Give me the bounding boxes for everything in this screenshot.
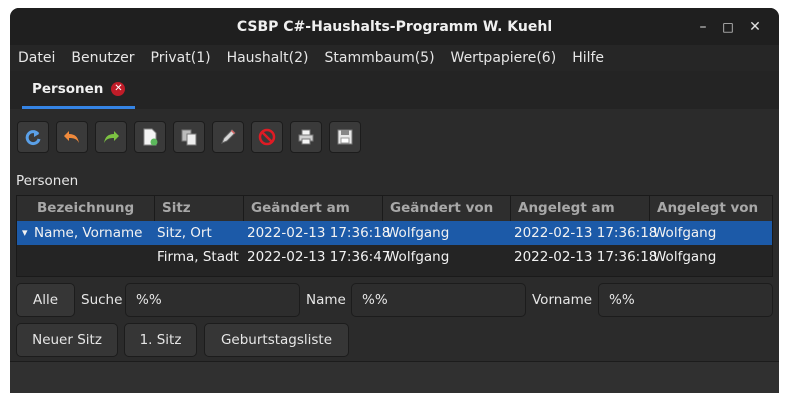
undo-button[interactable] [56,121,88,153]
menu-bar: Datei Benutzer Privat(1) Haushalt(2) Sta… [10,45,779,71]
redo-button[interactable] [95,121,127,153]
status-bar [10,361,779,393]
filter-bar: Alle Suche %% Name %% Vorname %% [16,283,773,317]
edit-icon [221,129,236,144]
cell-geaendert-von: Wolfgang [386,225,450,241]
undo-icon [64,131,79,143]
save-icon [337,129,353,145]
cell-geaendert-am: 2022-02-13 17:36:18 [247,225,391,241]
all-button[interactable]: Alle [16,283,75,317]
cell-angelegt-von: Wolfgang [653,249,717,265]
menu-hilfe[interactable]: Hilfe [564,50,612,66]
redo-icon [104,131,119,143]
content-area: Personen Bezeichnung Sitz Geändert am Ge… [10,109,779,393]
name-label: Name [306,292,346,308]
first-seat-button[interactable]: 1. Sitz [124,323,197,357]
column-angelegt-am[interactable]: Angelegt am [510,196,649,221]
column-angelegt-von[interactable]: Angelegt von [649,196,772,221]
vorname-label: Vorname [532,292,593,308]
cell-geaendert-von: Wolfgang [386,249,450,265]
new-document-icon [143,128,158,146]
column-sitz[interactable]: Sitz [154,196,243,221]
app-window: CSBP C#-Haushalts-Programm W. Kuehl – □ … [10,8,779,393]
print-button[interactable] [290,121,322,153]
menu-wertpapiere[interactable]: Wertpapiere(6) [443,50,565,66]
expander-icon[interactable]: ▾ [22,221,28,245]
section-label: Personen [16,173,79,189]
table-header: Bezeichnung Sitz Geändert am Geändert vo… [17,196,772,221]
cell-geaendert-am: 2022-02-13 17:36:47 [247,249,391,265]
refresh-icon [25,130,41,146]
column-bezeichnung[interactable]: Bezeichnung [17,196,154,221]
delete-icon [258,128,276,146]
name-input[interactable]: %% [351,283,526,317]
title-bar: CSBP C#-Haushalts-Programm W. Kuehl – □ … [10,8,779,45]
table-row[interactable]: ▾ Name, Vorname Sitz, Ort 2022-02-13 17:… [17,221,772,245]
menu-benutzer[interactable]: Benutzer [63,50,142,66]
refresh-button[interactable] [17,121,49,153]
cell-angelegt-am: 2022-02-13 17:36:18 [514,225,658,241]
table-row[interactable]: Firma, Stadt 2022-02-13 17:36:47 Wolfgan… [17,245,772,269]
new-button[interactable] [134,121,166,153]
cell-angelegt-von: Wolfgang [653,225,717,241]
copy-icon [181,129,197,146]
menu-datei[interactable]: Datei [10,50,63,66]
search-label: Suche [81,292,123,308]
new-seat-button[interactable]: Neuer Sitz [16,323,118,357]
column-geaendert-am[interactable]: Geändert am [243,196,382,221]
cell-bezeichnung: Name, Vorname [34,225,143,241]
tab-bar: Personen ✕ [10,71,779,109]
birthday-list-button[interactable]: Geburtstagsliste [204,323,349,357]
search-input[interactable]: %% [125,283,300,317]
window-title: CSBP C#-Haushalts-Programm W. Kuehl [236,18,553,35]
action-bar: Neuer Sitz 1. Sitz Geburtstagsliste [16,323,773,357]
menu-stammbaum[interactable]: Stammbaum(5) [317,50,443,66]
delete-button[interactable] [251,121,283,153]
toolbar [17,121,361,153]
cell-sitz: Sitz, Ort [157,225,212,241]
menu-privat[interactable]: Privat(1) [143,50,219,66]
save-button[interactable] [329,121,361,153]
cell-sitz: Firma, Stadt [157,249,239,265]
close-button[interactable]: ✕ [740,8,770,45]
print-icon [298,129,314,145]
tab-label: Personen [32,80,104,97]
edit-button[interactable] [212,121,244,153]
vorname-input[interactable]: %% [598,283,773,317]
cell-angelegt-am: 2022-02-13 17:36:18 [514,249,658,265]
maximize-button[interactable]: □ [713,8,743,45]
column-geaendert-von[interactable]: Geändert von [382,196,510,221]
close-tab-icon[interactable]: ✕ [111,81,126,96]
copy-button[interactable] [173,121,205,153]
menu-haushalt[interactable]: Haushalt(2) [219,50,317,66]
persons-table[interactable]: Bezeichnung Sitz Geändert am Geändert vo… [16,195,773,277]
tab-personen[interactable]: Personen ✕ [22,71,136,109]
